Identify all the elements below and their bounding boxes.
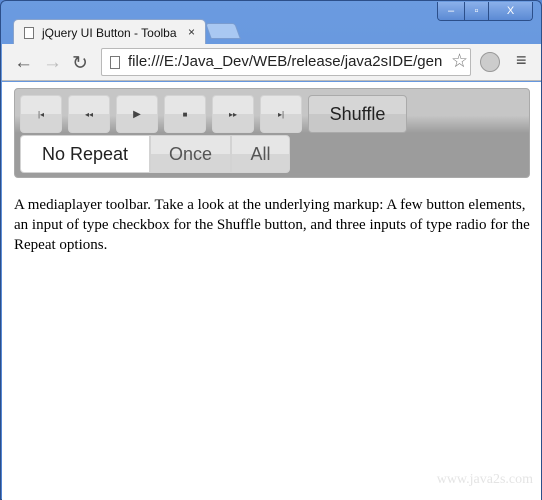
media-toolbar: |◂ ◂◂ ▶ ■ ▸▸ ▸| Shuffle No Repeat Once A… <box>14 88 530 178</box>
browser-tab[interactable]: jQuery UI Button - Toolba × <box>13 19 206 45</box>
rewind-icon: ◂◂ <box>84 109 94 119</box>
repeat-once-radio[interactable]: Once <box>150 135 231 173</box>
fast-forward-button[interactable]: ▸▸ <box>212 95 254 133</box>
description-text: A mediaplayer toolbar. Take a look at th… <box>14 197 530 253</box>
browser-window: ‒ ▫ X jQuery UI Button - Toolba × ← → ↻ … <box>0 0 542 500</box>
reload-icon[interactable]: ↻ <box>72 52 88 75</box>
rewind-button[interactable]: ◂◂ <box>68 95 110 133</box>
new-tab-button[interactable] <box>205 23 241 39</box>
repeat-all-radio[interactable]: All <box>231 135 290 173</box>
beginning-button[interactable]: |◂ <box>20 95 62 133</box>
minimize-button[interactable]: ‒ <box>438 2 464 20</box>
tab-close-icon[interactable]: × <box>188 25 195 39</box>
back-arrow-icon[interactable]: ← <box>14 52 33 74</box>
play-icon: ▶ <box>133 108 141 120</box>
page-icon <box>24 26 34 39</box>
address-url: file:///E:/Java_Dev/WEB/release/java2sID… <box>128 53 443 70</box>
close-window-button[interactable]: X <box>488 2 532 20</box>
shuffle-toggle[interactable]: Shuffle <box>308 95 407 133</box>
watermark: www.java2s.com <box>436 472 533 487</box>
maximize-button[interactable]: ▫ <box>464 2 488 20</box>
stop-button[interactable]: ■ <box>164 95 206 133</box>
window-controls: ‒ ▫ X <box>437 2 533 21</box>
stop-icon: ■ <box>182 109 188 119</box>
page-content: |◂ ◂◂ ▶ ■ ▸▸ ▸| Shuffle No Repeat Once A… <box>2 82 541 500</box>
extension-icon[interactable] <box>480 52 500 72</box>
bookmark-star-icon[interactable]: ☆ <box>450 49 468 75</box>
address-bar[interactable]: file:///E:/Java_Dev/WEB/release/java2sID… <box>101 48 471 76</box>
repeat-no-repeat-radio[interactable]: No Repeat <box>20 135 150 173</box>
forward-arrow-icon[interactable]: → <box>43 52 62 74</box>
menu-icon[interactable]: ≡ <box>516 50 527 71</box>
end-button[interactable]: ▸| <box>260 95 302 133</box>
browser-toolbar: ← → ↻ file:///E:/Java_Dev/WEB/release/ja… <box>2 44 541 81</box>
seek-start-icon: |◂ <box>37 109 45 119</box>
page-icon <box>110 56 120 69</box>
tab-title: jQuery UI Button - Toolba <box>42 25 177 40</box>
seek-end-icon: ▸| <box>277 109 285 119</box>
play-button[interactable]: ▶ <box>116 95 158 133</box>
fast-forward-icon: ▸▸ <box>228 109 238 119</box>
